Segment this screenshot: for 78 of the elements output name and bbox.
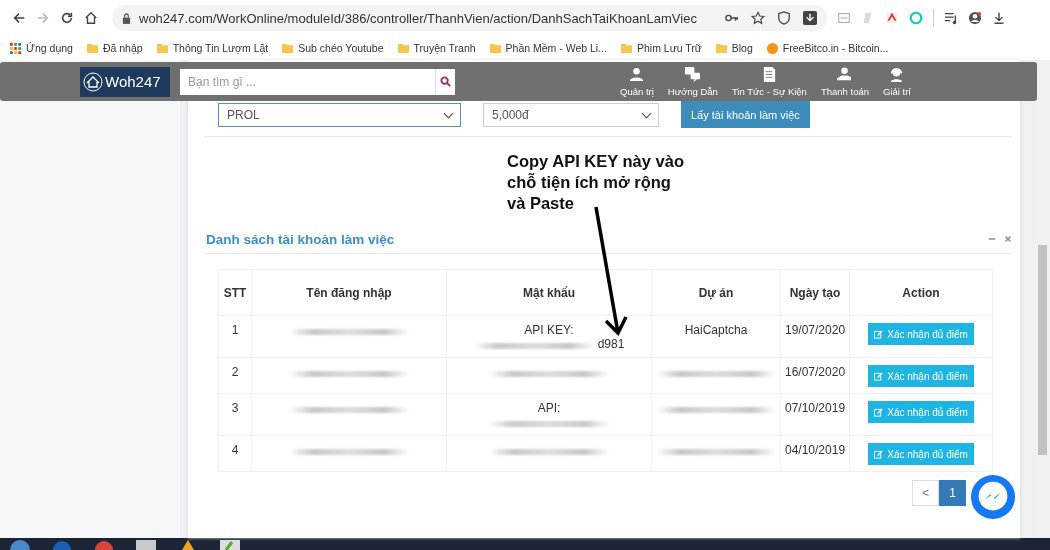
nav-item[interactable]: Giải trí <box>883 66 911 97</box>
edit-icon <box>874 407 884 417</box>
page-button[interactable]: < <box>912 480 939 506</box>
nav-item[interactable]: Hướng Dẫn <box>667 66 718 97</box>
apps-icon <box>10 42 21 54</box>
address-bar[interactable]: woh247.com/WorkOnline/moduleId/386/controller/ThanhVien/action/DanhSachTaiKhoanLamViec <box>112 5 827 31</box>
table-cell-text: 2 <box>231 365 239 379</box>
document-icon <box>761 66 777 82</box>
table-cell-text: 07/10/2019 <box>785 401 846 415</box>
user-icon <box>629 66 645 82</box>
bookmark[interactable]: Ứng dụng <box>10 42 73 54</box>
close-icon[interactable] <box>1004 235 1012 243</box>
table-cell-text: API KEY: <box>524 323 574 337</box>
column-header: Dự án <box>651 269 781 316</box>
app-icon[interactable] <box>136 538 156 550</box>
folder-icon <box>156 42 168 54</box>
bookmark[interactable]: Phim Lưu Trữ <box>620 42 702 54</box>
download-icon[interactable] <box>803 11 817 25</box>
table-cell-text: HaiCaptcha <box>684 323 748 337</box>
bookmark[interactable]: FreeBitco.in - Bitcoin... <box>766 42 889 54</box>
headset-icon <box>889 66 905 82</box>
folder-icon <box>86 42 98 54</box>
home-icon[interactable] <box>84 11 98 25</box>
house-icon <box>83 71 103 92</box>
table-cell-text: 16/07/2020 <box>785 365 846 379</box>
chat-icon <box>685 66 701 82</box>
table-cell-text: 1 <box>231 323 239 337</box>
column-header: STT <box>218 269 252 316</box>
panel-title: Danh sách tài khoản làm việc <box>206 231 396 247</box>
table-cell-text: d981 <box>597 337 625 351</box>
messenger-icon[interactable] <box>970 474 1016 520</box>
bookmark[interactable]: Thông Tin Lượm Lặt <box>156 42 269 54</box>
scrollbar-thumb[interactable] <box>1038 245 1047 455</box>
download-icon[interactable] <box>992 11 1006 25</box>
folder-icon <box>489 42 501 54</box>
page-button[interactable]: 1 <box>939 480 966 506</box>
extension-icon[interactable] <box>885 11 899 25</box>
edit-icon <box>874 371 884 381</box>
bookmark[interactable]: Sub chéo Youtube <box>282 42 384 54</box>
reload-icon[interactable] <box>60 11 74 25</box>
bookmark[interactable]: Phần Mềm - Web Li... <box>489 42 607 54</box>
column-header: Action <box>849 269 993 316</box>
edit-icon <box>874 329 884 339</box>
bookmark[interactable]: Blog <box>715 42 753 54</box>
media-icon[interactable] <box>944 11 958 25</box>
nav-item[interactable]: Tin Tức - Sự Kiện <box>731 66 807 97</box>
search-icon <box>440 76 451 87</box>
coin-icon <box>766 42 778 54</box>
lock-icon <box>122 12 131 24</box>
amount-select[interactable]: 5,000đ <box>483 103 659 127</box>
avatar-icon[interactable] <box>968 11 982 25</box>
bookmark[interactable]: Đã nhập <box>86 42 143 54</box>
folder-icon <box>397 42 409 54</box>
table-cell-text: 19/07/2020 <box>785 323 846 337</box>
column-header: Mật khẩu <box>446 269 652 316</box>
annotation-text: Copy API KEY này vào chỗ tiện ích mở rộng và Paste <box>507 151 685 214</box>
folder-icon <box>715 42 727 54</box>
back-icon[interactable] <box>12 11 26 25</box>
project-select[interactable]: PROL <box>218 103 461 127</box>
table-cell-text: API: <box>537 401 561 415</box>
column-header: Tên đăng nhập <box>251 269 447 316</box>
table-cell-text: 3 <box>231 401 239 415</box>
table-cell-text: 4 <box>231 443 239 457</box>
star-icon[interactable] <box>751 11 765 25</box>
folder-icon <box>282 42 294 54</box>
app-icon[interactable] <box>220 538 240 550</box>
get-accounts-button[interactable]: Lấy tài khoản làm việc <box>681 101 810 128</box>
nav-item[interactable]: Thanh toán <box>820 66 869 97</box>
edit-icon <box>874 449 884 459</box>
bookmark[interactable]: Truyện Tranh <box>397 42 476 54</box>
nav-item[interactable]: Quản trị <box>620 66 654 97</box>
site-logo[interactable]: Woh247 <box>80 66 170 97</box>
column-header: Ngày tạo <box>780 269 850 316</box>
table-cell-text: 04/10/2019 <box>785 443 846 457</box>
start-icon[interactable] <box>10 538 30 550</box>
shield-icon[interactable] <box>777 11 791 25</box>
search-button[interactable] <box>435 68 455 95</box>
folder-icon <box>620 42 632 54</box>
